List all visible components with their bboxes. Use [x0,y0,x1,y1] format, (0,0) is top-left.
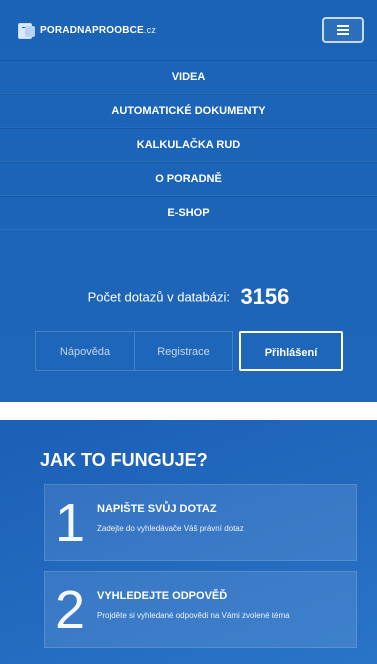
main-nav: VIDEA AUTOMATICKÉ DOKUMENTY KALKULAČKA R… [0,60,377,230]
hamburger-icon [337,25,349,35]
step-title: VYHLEDEJTE ODPOVĚĎ [97,590,228,602]
step-description: Zadejte do vyhledávače Váš právní dotaz [97,524,244,533]
login-button[interactable]: Přihlášení [239,331,343,371]
how-it-works-title: JAK TO FUNGUJE? [40,450,208,470]
nav-item-e-shop[interactable]: E-SHOP [0,196,377,230]
step-card: 2 VYHLEDEJTE ODPOVĚĎ Projděte si vyhleda… [44,571,357,648]
nav-item-videa[interactable]: VIDEA [0,60,377,94]
step-card: 1 NAPIŠTE SVŮJ DOTAZ Zadejte do vyhledáv… [44,484,357,561]
step-number: 1 [55,493,86,553]
logo[interactable]: PORADNAPROOBCE.cz [18,22,157,39]
step-number: 2 [55,580,86,640]
how-it-works-section: JAK TO FUNGUJE? 1 NAPIŠTE SVŮJ DOTAZ Zad… [0,420,377,664]
header: PORADNAPROOBCE.cz [0,0,377,60]
auth-buttons: Nápověda Registrace Přihlášení [35,331,343,371]
question-count-value: 3156 [240,284,290,309]
nav-item-kalkulacka-rud[interactable]: KALKULAČKA RUD [0,128,377,162]
menu-toggle-button[interactable] [322,17,364,43]
section-divider [0,402,377,420]
register-button[interactable]: Registrace [135,331,233,371]
nav-item-o-poradne[interactable]: O PORADNĚ [0,162,377,196]
question-count: Počet dotazů v databázi: 3156 [0,284,377,310]
hero-section: PORADNAPROOBCE.cz VIDEA AUTOMATICKÉ DOKU… [0,0,377,402]
question-count-label: Počet dotazů v databázi: [87,289,230,305]
nav-item-automaticke-dokumenty[interactable]: AUTOMATICKÉ DOKUMENTY [0,94,377,128]
logo-icon [18,22,36,39]
logo-text: PORADNAPROOBCE.cz [40,24,157,36]
step-description: Projděte si vyhledané odpovědi na Vámi z… [97,611,290,620]
step-title: NAPIŠTE SVŮJ DOTAZ [97,503,217,515]
help-button[interactable]: Nápověda [35,331,135,371]
